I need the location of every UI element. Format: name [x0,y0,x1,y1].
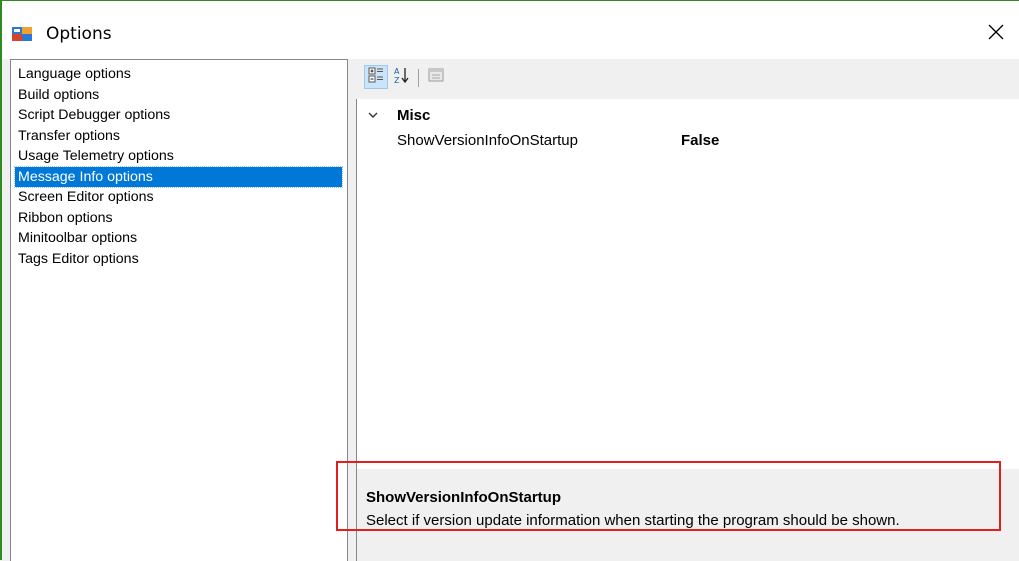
property-pages-button[interactable] [424,65,448,89]
list-item-minitoolbar-options[interactable]: Minitoolbar options [15,228,342,249]
description-text: Select if version update information whe… [366,512,900,529]
toolbar-separator [418,69,419,87]
list-item-language-options[interactable]: Language options [15,64,342,85]
list-item-build-options[interactable]: Build options [15,85,342,106]
list-item-screen-editor-options[interactable]: Screen Editor options [15,187,342,208]
list-item-script-debugger-options[interactable]: Script Debugger options [15,105,342,126]
alphabetical-button[interactable]: A Z [390,65,414,89]
list-item-transfer-options[interactable]: Transfer options [15,126,342,147]
description-panel: ShowVersionInfoOnStartup Select if versi… [356,469,1019,561]
list-item-tags-editor-options[interactable]: Tags Editor options [15,249,342,270]
description-title: ShowVersionInfoOnStartup [366,489,562,506]
categorized-icon [368,67,384,88]
list-item-message-info-options[interactable]: Message Info options [14,165,343,188]
svg-text:Z: Z [394,76,400,84]
app-icon [12,27,32,41]
chevron-down-icon[interactable] [367,108,379,120]
property-grid-toolbar: A Z [356,63,1019,93]
property-grid[interactable]: Misc ShowVersionInfoOnStartup False [356,99,1019,496]
property-pages-icon [428,67,444,88]
alphabetical-sort-icon: A Z [393,66,411,89]
list-item-ribbon-options[interactable]: Ribbon options [15,208,342,229]
category-row-misc[interactable]: Misc [357,107,1019,129]
property-row[interactable]: ShowVersionInfoOnStartup False [357,129,1019,151]
categorized-button[interactable] [364,65,388,89]
property-grid-panel: A Z Misc ShowVersionInfoOnStartup False … [356,59,1019,561]
options-window: Options Language options Build options S… [0,0,1019,561]
list-item-usage-telemetry-options[interactable]: Usage Telemetry options [15,146,342,167]
window-title: Options [46,24,112,44]
close-button[interactable] [979,17,1013,51]
svg-text:A: A [394,67,400,76]
title-bar[interactable]: Options [2,1,1019,59]
property-name: ShowVersionInfoOnStartup [397,132,578,149]
close-icon [988,24,1004,45]
category-label: Misc [397,107,431,124]
options-category-list[interactable]: Language options Build options Script De… [10,59,348,561]
property-value[interactable]: False [681,132,719,149]
